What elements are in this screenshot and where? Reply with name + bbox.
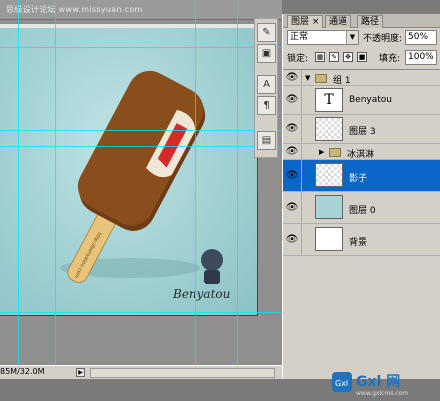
layer-name: 组 1 bbox=[333, 76, 351, 86]
site-logo: Gxl Gxl 网 www.gxlcms.com bbox=[330, 368, 435, 398]
lock-position-icon[interactable]: ✥ bbox=[343, 52, 353, 62]
character-body bbox=[204, 270, 220, 284]
top-strip: 思缘设计论坛 www.missyuan.com bbox=[0, 0, 282, 20]
blend-mode-value: 正常 bbox=[290, 32, 309, 42]
layer-row-ice-cream-group[interactable]: 👁 ▶ 冰淇淋 bbox=[283, 144, 440, 160]
layer-name: Benyatou bbox=[349, 95, 392, 105]
stamp-icon[interactable]: ▣ bbox=[257, 44, 276, 63]
layer-row-layer-3[interactable]: 👁 图层 3 bbox=[283, 115, 440, 144]
layer-name: 图层 0 bbox=[349, 206, 376, 216]
ice-cream-bar bbox=[77, 70, 206, 231]
folder-icon bbox=[329, 148, 341, 157]
lock-row: 锁定: ▦ ✎ ✥ ■ 填充: 100% bbox=[285, 50, 439, 66]
watermark-text: 思缘设计论坛 www.missyuan.com bbox=[6, 5, 143, 14]
layer-row-benyatou[interactable]: 👁 T Benyatou bbox=[283, 86, 440, 115]
layers-panel: 图层 × 通道 路径 正常 ▼ 不透明度: 50% 锁定: ▦ ✎ ✥ ■ 填充… bbox=[282, 14, 440, 379]
layers-list-empty-area bbox=[283, 256, 440, 375]
layers-list: 👁 ▼ 组 1 👁 T Benyatou 👁 图层 3 👁 ▶ 冰淇淋 � bbox=[283, 69, 440, 375]
paragraph-icon[interactable]: ¶ bbox=[257, 96, 276, 115]
eye-icon[interactable]: 👁 bbox=[285, 201, 299, 215]
text-layer-thumbnail: T bbox=[315, 88, 343, 112]
chevron-down-icon[interactable]: ▼ bbox=[346, 31, 358, 44]
guide-line bbox=[0, 130, 282, 131]
divider bbox=[301, 86, 302, 114]
eye-icon[interactable]: 👁 bbox=[285, 93, 299, 107]
lock-image-icon[interactable]: ✎ bbox=[329, 52, 339, 62]
brush-icon[interactable]: ✎ bbox=[257, 23, 276, 42]
tab-channels-label: 通道 bbox=[329, 17, 348, 27]
divider bbox=[301, 70, 302, 85]
fill-label: 填充: bbox=[379, 54, 401, 64]
blend-mode-select[interactable]: 正常 ▼ bbox=[287, 30, 359, 45]
tab-layers-label: 图层 bbox=[291, 17, 310, 27]
tab-paths[interactable]: 路径 bbox=[357, 15, 384, 28]
svg-text:Gxl: Gxl bbox=[335, 379, 348, 388]
opacity-label: 不透明度: bbox=[363, 34, 403, 44]
guide-line bbox=[0, 312, 282, 313]
horizontal-scrollbar[interactable] bbox=[90, 368, 275, 378]
logo-text: Gxl 网 bbox=[356, 374, 400, 390]
status-bar: 85M/32.0M ▶ bbox=[0, 365, 282, 379]
divider bbox=[301, 160, 302, 191]
status-menu-arrow-icon[interactable]: ▶ bbox=[76, 368, 85, 377]
document-image[interactable]: http://benyatou.com Benyatou bbox=[0, 28, 258, 316]
layer-thumbnail bbox=[315, 227, 343, 251]
panel-tabs: 图层 × 通道 路径 bbox=[283, 14, 440, 28]
tab-paths-label: 路径 bbox=[361, 17, 380, 27]
guide-line bbox=[195, 0, 196, 365]
panel-dock-strip: ✎ ▣ A ¶ ▤ bbox=[254, 18, 278, 158]
eye-icon[interactable]: 👁 bbox=[285, 122, 299, 136]
opacity-input[interactable]: 50% bbox=[405, 30, 437, 45]
tab-layers[interactable]: 图层 × bbox=[287, 15, 324, 28]
layer-row-group-1[interactable]: 👁 ▼ 组 1 bbox=[283, 70, 440, 86]
layer-name: 冰淇淋 bbox=[347, 150, 375, 160]
layer-name: 背景 bbox=[349, 238, 368, 248]
divider bbox=[301, 192, 302, 223]
guide-line bbox=[0, 146, 282, 147]
layer-thumbnail bbox=[315, 195, 343, 219]
character-head bbox=[201, 249, 223, 271]
document-canvas-area[interactable]: 思缘设计论坛 www.missyuan.com http://benyatou.… bbox=[0, 0, 282, 365]
layer-thumbnail bbox=[315, 117, 343, 141]
tab-channels[interactable]: 通道 bbox=[325, 15, 352, 28]
doc-size-text: 85M/32.0M bbox=[0, 367, 45, 376]
guide-line bbox=[0, 47, 282, 48]
eye-icon[interactable]: 👁 bbox=[285, 145, 299, 159]
chevron-right-icon[interactable]: ▶ bbox=[319, 148, 324, 156]
layer-name: 图层 3 bbox=[349, 127, 376, 137]
layer-thumbnail bbox=[315, 163, 343, 187]
eye-icon[interactable]: 👁 bbox=[285, 233, 299, 247]
signature-text: Benyatou bbox=[172, 287, 230, 301]
divider bbox=[301, 144, 302, 159]
guide-line bbox=[18, 0, 19, 365]
layer-name: 影子 bbox=[349, 174, 368, 184]
layer-comps-icon[interactable]: ▤ bbox=[257, 131, 276, 150]
divider bbox=[301, 115, 302, 143]
guide-line bbox=[55, 0, 56, 365]
eye-icon[interactable]: 👁 bbox=[285, 71, 299, 85]
blend-row: 正常 ▼ 不透明度: 50% bbox=[285, 30, 439, 46]
character-icon[interactable]: A bbox=[257, 75, 276, 94]
lock-transparency-icon[interactable]: ▦ bbox=[315, 52, 325, 62]
close-icon[interactable]: × bbox=[312, 17, 320, 27]
chevron-down-icon[interactable]: ▼ bbox=[305, 74, 310, 82]
logo-subtext: www.gxlcms.com bbox=[356, 390, 408, 397]
eye-icon[interactable]: 👁 bbox=[285, 169, 299, 183]
layer-row-shadow[interactable]: 👁 影子 bbox=[283, 160, 440, 192]
fill-input[interactable]: 100% bbox=[405, 50, 437, 65]
layer-row-layer-0[interactable]: 👁 图层 0 bbox=[283, 192, 440, 224]
lock-all-icon[interactable]: ■ bbox=[357, 52, 367, 62]
folder-icon bbox=[315, 74, 327, 83]
guide-line bbox=[237, 0, 238, 365]
divider bbox=[301, 224, 302, 255]
lock-label: 锁定: bbox=[287, 54, 309, 64]
ice-cream-illustration: http://benyatou.com Benyatou bbox=[60, 70, 230, 301]
layer-row-background[interactable]: 👁 背景 bbox=[283, 224, 440, 256]
